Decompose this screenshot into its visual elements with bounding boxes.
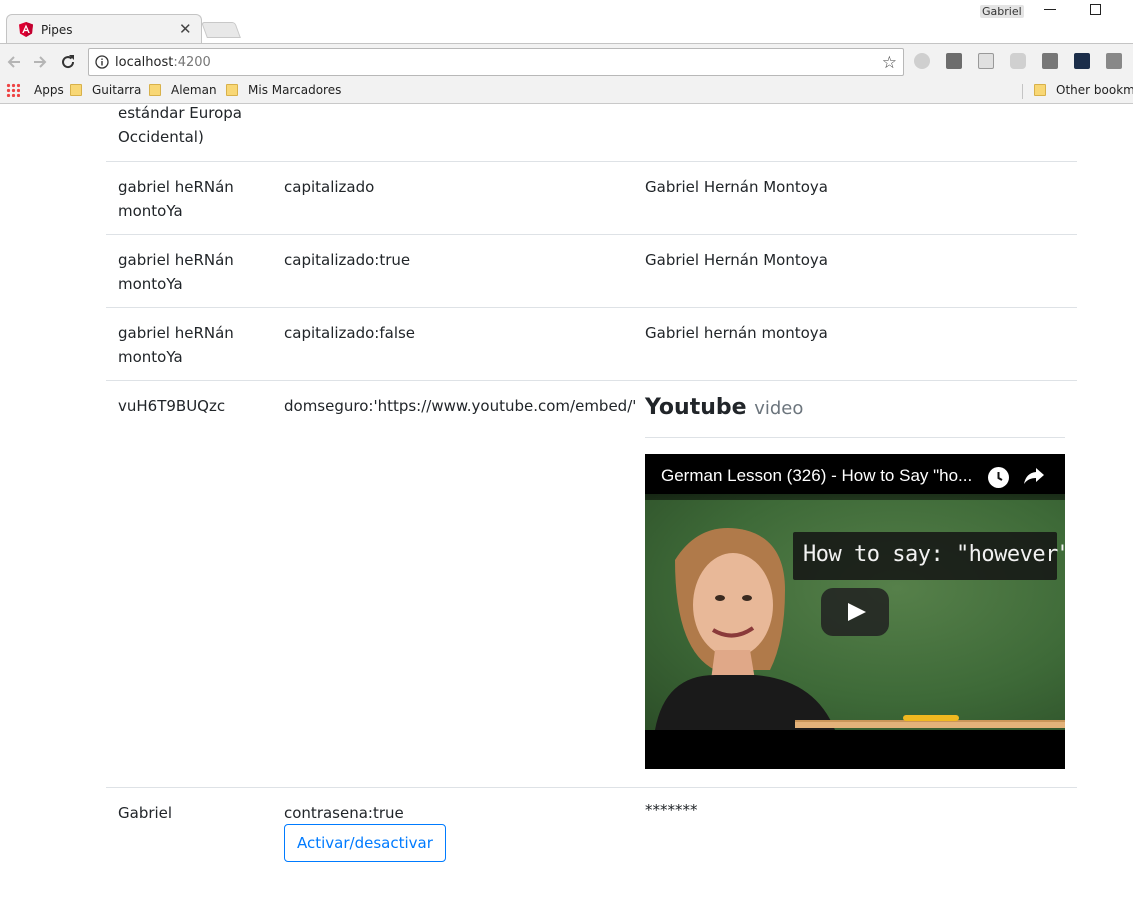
address-bar[interactable]: localhost:4200 ☆: [88, 48, 904, 76]
folder-icon: [70, 84, 82, 96]
extension-shield-icon[interactable]: [946, 53, 962, 69]
row-result-password: *******: [645, 801, 698, 819]
other-bookmarks[interactable]: Other bookma: [1034, 83, 1133, 97]
bookmarks-divider: [1022, 84, 1023, 99]
bookmark-mis-marcadores[interactable]: Mis Marcadores: [226, 83, 341, 97]
browser-titlebar: Pipes ✕ Gabriel: [0, 0, 1133, 44]
toggle-password-button[interactable]: Activar/desactivar: [284, 824, 446, 862]
info-icon[interactable]: [95, 55, 109, 69]
bookmark-guitarra[interactable]: Guitarra: [70, 83, 141, 97]
share-icon[interactable]: [1023, 466, 1045, 486]
bookmark-aleman[interactable]: Aleman: [149, 83, 217, 97]
row-pipe: contrasena:true: [284, 804, 404, 822]
extension-u-icon[interactable]: [1074, 53, 1090, 69]
video-caption-box: How to say: "however": [793, 532, 1065, 580]
apps-grid-icon: [6, 83, 20, 97]
extension-android-icon[interactable]: [1010, 53, 1026, 69]
chalk-stick: [903, 715, 959, 721]
heading-divider: [645, 437, 1065, 438]
play-button[interactable]: [821, 588, 889, 636]
browser-tab[interactable]: Pipes ✕: [6, 14, 202, 44]
table-row: gabriel heRNán montoYa capitalizado:fals…: [106, 307, 1077, 380]
folder-icon: [1034, 84, 1046, 96]
new-tab-button[interactable]: [201, 22, 241, 38]
angular-icon: [19, 22, 33, 37]
row-result: Gabriel hernán montoya: [645, 324, 828, 342]
extension-cube-icon[interactable]: [914, 53, 930, 69]
close-tab-icon[interactable]: ✕: [179, 20, 192, 38]
row-pipe: domseguro:'https://www.youtube.com/embed…: [284, 397, 637, 415]
row-value: gabriel heRNán montoYa: [118, 178, 234, 220]
youtube-heading: Youtube video: [645, 395, 804, 420]
row-pipe: capitalizado:false: [284, 324, 416, 342]
bookmark-star-icon[interactable]: ☆: [882, 53, 897, 73]
play-icon: [848, 603, 866, 621]
maximize-icon[interactable]: [1090, 4, 1101, 15]
page-content: estándar Europa Occidental) gabriel heRN…: [0, 105, 1133, 901]
row-pipe: capitalizado:true: [284, 251, 411, 269]
tab-title: Pipes: [41, 23, 73, 37]
watch-later-icon[interactable]: [988, 467, 1009, 488]
folder-icon: [149, 84, 161, 96]
video-caption: How to say: "however": [803, 542, 1065, 567]
row-value: estándar Europa Occidental): [118, 105, 242, 146]
table-row: vuH6T9BUQzc domseguro:'https://www.youtu…: [106, 380, 1077, 787]
row-value: Gabriel: [118, 804, 173, 822]
forward-icon[interactable]: [30, 52, 50, 72]
row-result: Gabriel Hernán Montoya: [645, 178, 828, 196]
minimize-icon[interactable]: [1044, 9, 1056, 10]
row-result: Gabriel Hernán Montoya: [645, 251, 828, 269]
chalkboard-ledge: [795, 720, 1065, 728]
url-text: localhost:4200: [115, 55, 211, 70]
table-row: estándar Europa Occidental): [106, 105, 1077, 162]
browser-toolbar: localhost:4200 ☆: [0, 43, 1133, 79]
extension-pdf-icon[interactable]: [978, 53, 994, 69]
bookmarks-bar: Apps Guitarra Aleman Mis Marcadores Othe…: [0, 79, 1133, 104]
row-value: gabriel heRNán montoYa: [118, 324, 234, 366]
table-row: Gabriel contrasena:true ******* Activar/…: [106, 787, 1077, 901]
youtube-heading-small: video: [754, 398, 804, 419]
video-title[interactable]: German Lesson (326) - How to Say "ho...: [661, 466, 972, 486]
extension-your-icon[interactable]: [1106, 53, 1122, 69]
table-row: gabriel heRNán montoYa capitalizado:true…: [106, 234, 1077, 307]
row-value: gabriel heRNán montoYa: [118, 251, 234, 293]
youtube-video-player[interactable]: How to say: "however" German Lesson (326…: [645, 454, 1065, 769]
bookmark-apps[interactable]: Apps: [6, 83, 64, 97]
folder-icon: [226, 84, 238, 96]
profile-button[interactable]: Gabriel: [980, 5, 1024, 18]
back-icon[interactable]: [4, 52, 24, 72]
video-title-bar: German Lesson (326) - How to Say "ho...: [645, 454, 1065, 500]
row-value: vuH6T9BUQzc: [118, 397, 226, 415]
reload-icon[interactable]: [58, 52, 78, 72]
table-row: gabriel heRNán montoYa capitalizado Gabr…: [106, 161, 1077, 234]
row-pipe: capitalizado: [284, 178, 375, 196]
extension-flow-icon[interactable]: [1042, 53, 1058, 69]
